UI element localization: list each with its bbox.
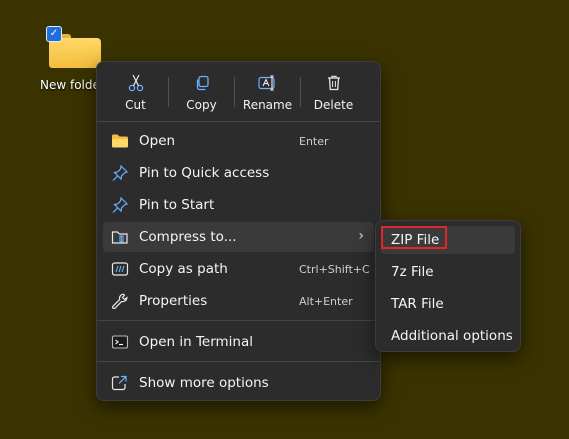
submenu-item-label: TAR File	[391, 296, 444, 312]
submenu-item-label: Additional options	[391, 328, 513, 344]
menu-item-label: Open in Terminal	[139, 334, 253, 350]
rename-icon	[235, 72, 300, 94]
menu-item-label: Show more options	[139, 375, 269, 391]
submenu-item-label: 7z File	[391, 264, 434, 280]
folder-label: New folder	[40, 78, 98, 92]
menu-item-label: Copy as path	[139, 261, 228, 277]
menu-item-open[interactable]: Open Enter	[103, 126, 374, 156]
shortcut-text: Ctrl+Shift+C	[299, 263, 370, 276]
scissors-icon	[103, 72, 168, 94]
archive-icon	[111, 229, 129, 245]
chevron-right-icon: ›	[358, 228, 364, 244]
cut-button[interactable]: Cut	[103, 68, 168, 116]
menu-divider	[97, 121, 380, 122]
menu-item-open-in-terminal[interactable]: Open in Terminal	[103, 327, 374, 357]
menu-item-properties[interactable]: Properties Alt+Enter	[103, 286, 374, 316]
rename-button[interactable]: Rename	[235, 68, 300, 116]
terminal-icon	[111, 334, 129, 350]
menu-item-copy-as-path[interactable]: Copy as path Ctrl+Shift+C	[103, 254, 374, 284]
submenu-item-additional-options[interactable]: Additional options	[381, 322, 515, 350]
submenu-item-7z-file[interactable]: 7z File	[381, 258, 515, 286]
context-menu: Cut Copy Rename Delete Open Enter Pin to…	[96, 61, 381, 401]
menu-item-pin-quick-access[interactable]: Pin to Quick access	[103, 158, 374, 188]
copy-button[interactable]: Copy	[169, 68, 234, 116]
menu-item-pin-to-start[interactable]: Pin to Start	[103, 190, 374, 220]
folder-icon	[111, 133, 129, 149]
selection-checkbox[interactable]: ✓	[46, 26, 62, 42]
menu-item-label: Pin to Start	[139, 197, 215, 213]
menu-divider	[97, 361, 380, 362]
trash-icon	[301, 72, 366, 94]
menu-divider	[97, 320, 380, 321]
highlight-annotation	[381, 226, 447, 249]
rename-label: Rename	[242, 98, 293, 112]
menu-item-label: Open	[139, 133, 176, 149]
shortcut-text: Alt+Enter	[299, 295, 353, 308]
share-icon	[111, 375, 129, 391]
pin-icon	[111, 164, 129, 181]
copy-icon	[169, 72, 234, 94]
menu-item-label: Pin to Quick access	[139, 165, 270, 181]
menu-item-compress-to[interactable]: Compress to... ›	[103, 222, 374, 252]
delete-label: Delete	[313, 98, 354, 112]
wrench-icon	[111, 293, 129, 310]
submenu-item-tar-file[interactable]: TAR File	[381, 290, 515, 318]
menu-item-show-more-options[interactable]: Show more options	[103, 368, 374, 398]
menu-item-label: Properties	[139, 293, 208, 309]
pin-icon	[111, 196, 129, 213]
cut-label: Cut	[125, 98, 146, 112]
menu-item-label: Compress to...	[139, 229, 237, 245]
shortcut-text: Enter	[299, 135, 329, 148]
delete-button[interactable]: Delete	[301, 68, 366, 116]
path-icon	[111, 261, 129, 277]
quick-action-bar: Cut Copy Rename Delete	[103, 68, 366, 116]
copy-label: Copy	[186, 98, 217, 112]
